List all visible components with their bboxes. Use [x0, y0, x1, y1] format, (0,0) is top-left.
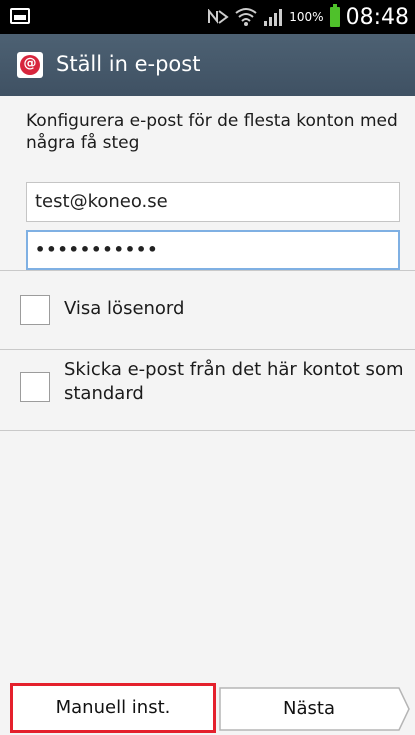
manual-setup-button[interactable]: Manuell inst.: [10, 683, 216, 733]
clock: 08:48: [345, 4, 409, 30]
next-button[interactable]: Nästa: [219, 687, 411, 731]
screenshot-icon: [10, 8, 30, 24]
default-account-label: Skicka e-post från det här kontot som st…: [64, 359, 404, 404]
email-field[interactable]: test@koneo.se: [26, 182, 400, 222]
bottom-button-bar: Manuell inst. Nästa: [0, 683, 415, 735]
setup-form: Konfigurera e-post för de flesta konton …: [0, 96, 415, 734]
next-button-label: Nästa: [283, 698, 335, 719]
show-password-checkbox[interactable]: [20, 295, 50, 325]
page-title: Ställ in e-post: [56, 52, 201, 76]
default-account-checkbox[interactable]: [20, 372, 50, 402]
battery-percent: 100%: [289, 10, 324, 24]
intro-text: Konfigurera e-post för de flesta konton …: [26, 111, 398, 153]
default-account-option[interactable]: Skicka e-post från det här kontot som st…: [0, 350, 415, 430]
password-field[interactable]: •••••••••••: [26, 230, 400, 270]
signal-icon: [263, 8, 283, 26]
battery-icon: [329, 4, 340, 27]
email-app-icon: [17, 52, 43, 78]
divider: [0, 430, 415, 431]
title-bar: Ställ in e-post: [0, 34, 415, 96]
nfc-icon: [207, 9, 229, 25]
show-password-label: Visa lösenord: [64, 298, 185, 319]
status-bar: 100% 08:48: [0, 0, 415, 34]
show-password-option[interactable]: Visa lösenord: [0, 271, 415, 349]
wifi-icon: [235, 7, 257, 27]
status-icons: 100% 08:48: [207, 4, 409, 30]
